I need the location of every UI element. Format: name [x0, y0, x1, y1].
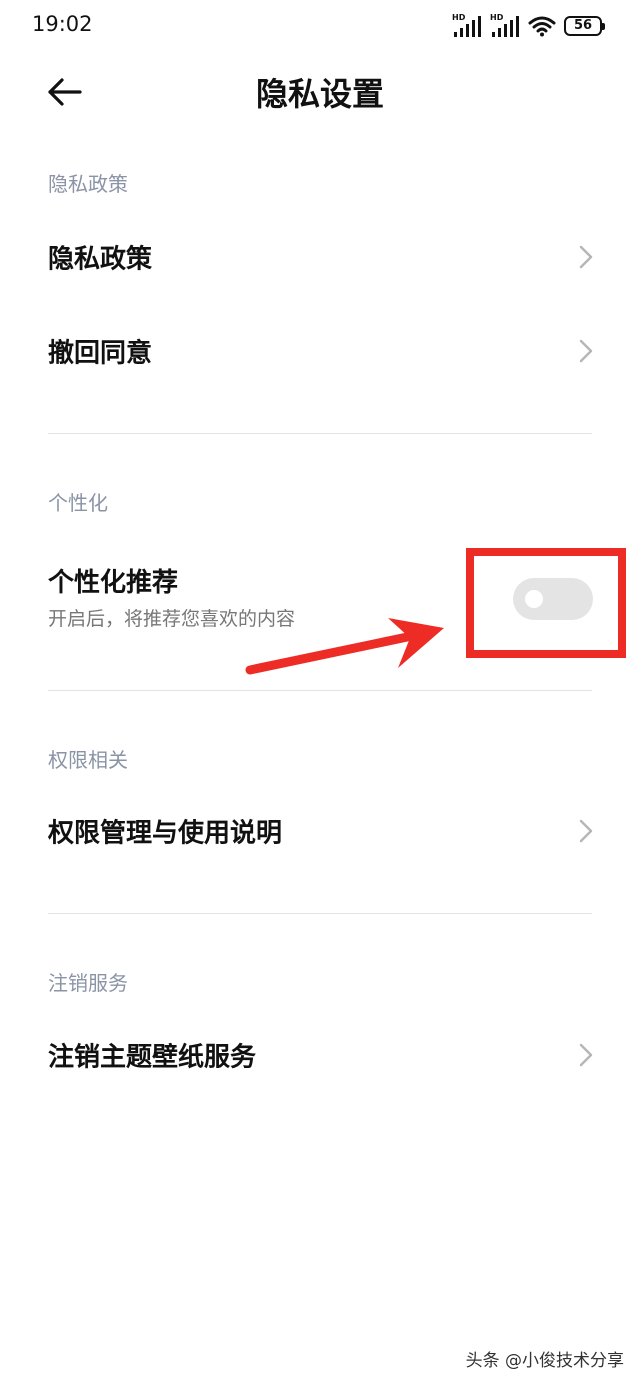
status-time: 19:02 [32, 12, 93, 36]
annotation-highlight-box [466, 548, 626, 658]
status-icons: HD HD 56 [452, 12, 605, 40]
list-item-withdraw-consent[interactable]: 撤回同意 [0, 306, 640, 396]
page-title: 隐私设置 [255, 75, 384, 113]
list-item-label: 注销主题壁纸服务 [48, 1042, 257, 1073]
list-item-permission-management[interactable]: 权限管理与使用说明 [0, 786, 640, 876]
list-item-label: 撤回同意 [48, 338, 153, 369]
section-header-privacy: 隐私政策 [48, 172, 128, 196]
list-item-label: 隐私政策 [48, 244, 153, 275]
list-item-title: 个性化推荐 [48, 568, 179, 598]
signal-icon: HD [490, 14, 520, 38]
divider [48, 690, 592, 691]
chevron-right-icon [579, 819, 593, 843]
arrow-left-icon [48, 78, 82, 106]
annotation-arrow-icon [245, 618, 444, 675]
chevron-right-icon [579, 245, 593, 269]
section-header-personalization: 个性化 [48, 491, 108, 515]
chevron-right-icon [579, 1043, 593, 1067]
back-button[interactable] [44, 72, 88, 112]
section-header-permissions: 权限相关 [48, 748, 128, 772]
watermark: 头条 @小俊技术分享 [465, 1351, 624, 1371]
list-item-label: 权限管理与使用说明 [48, 818, 283, 849]
divider [48, 913, 592, 914]
list-item-cancel-wallpaper-service[interactable]: 注销主题壁纸服务 [0, 1010, 640, 1100]
battery-level: 56 [573, 18, 593, 33]
list-item-privacy-policy[interactable]: 隐私政策 [0, 212, 640, 302]
battery-icon: 56 [564, 16, 605, 36]
status-bar: 19:02 HD HD 56 [0, 0, 640, 52]
section-header-cancellation: 注销服务 [48, 971, 128, 995]
wifi-icon [528, 16, 556, 37]
chevron-right-icon [579, 339, 593, 363]
divider [48, 433, 592, 434]
signal-icon: HD [452, 14, 482, 38]
